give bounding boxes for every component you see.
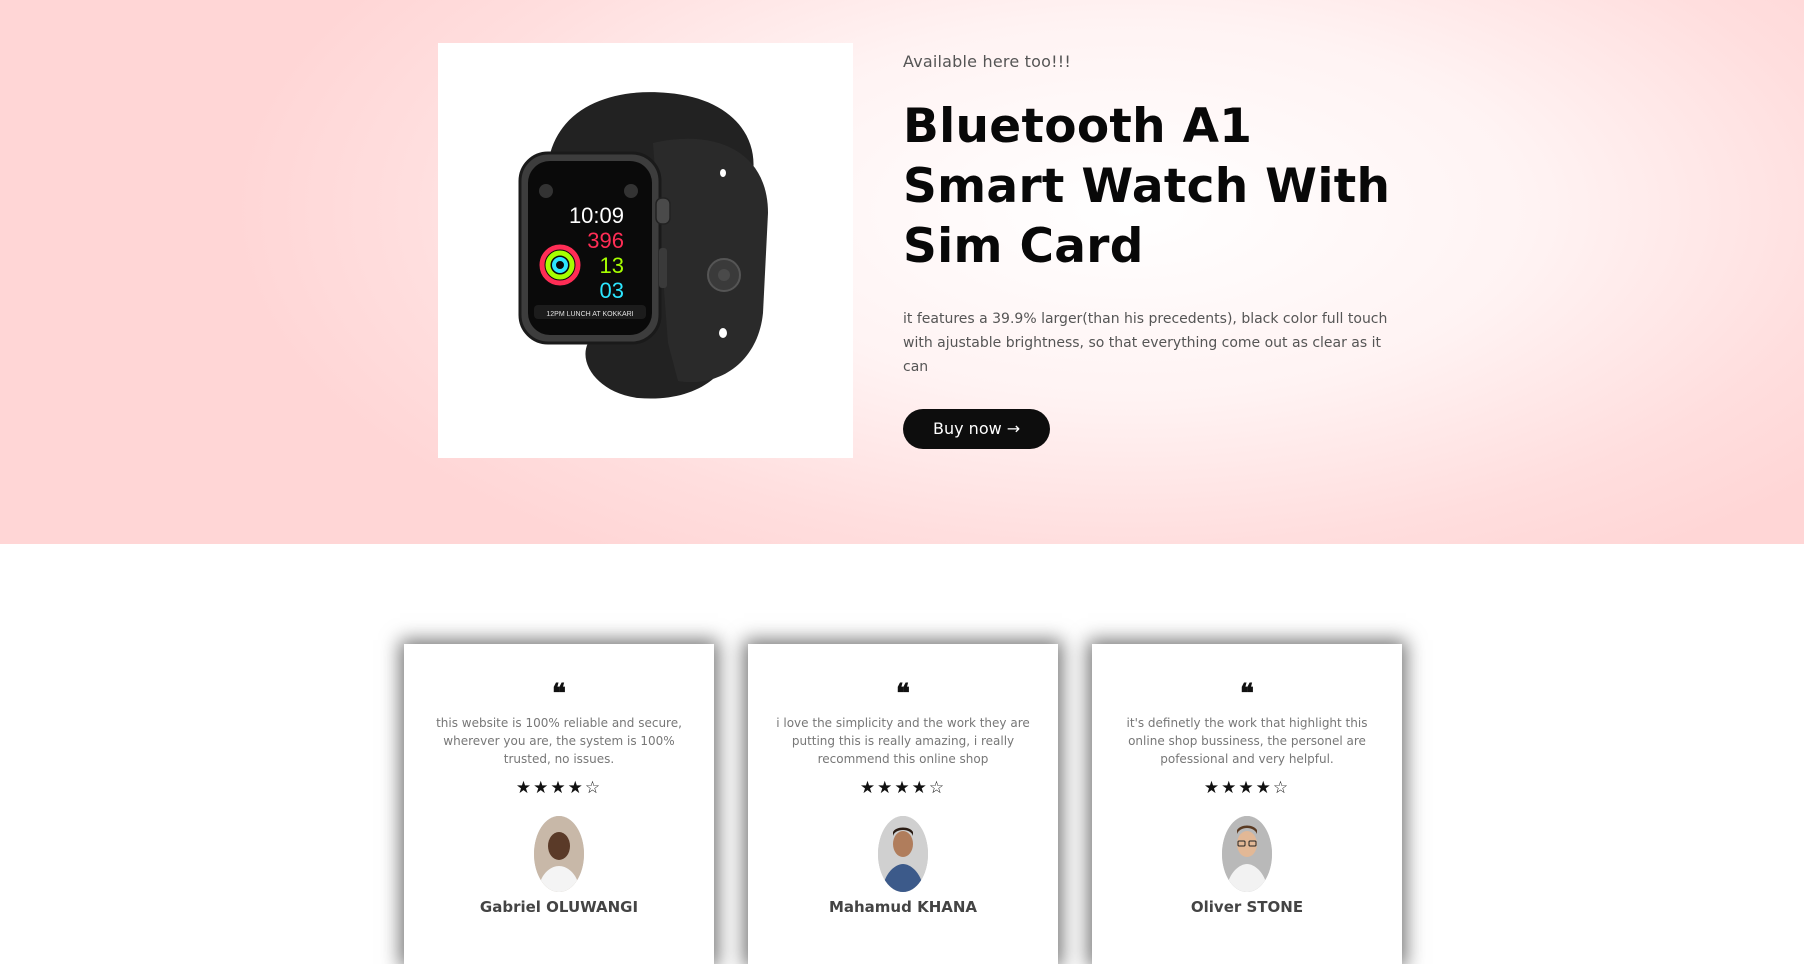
testimonial-card: ❝ it's definetly the work that highlight…: [1092, 644, 1402, 964]
watch-time: 10:09: [569, 203, 624, 228]
testimonial-text: it's definetly the work that highlight t…: [1126, 716, 1368, 766]
reviewer-name: Gabriel OLUWANGI: [479, 898, 639, 916]
rating-stars: ★★★★☆: [1203, 778, 1291, 798]
quote-icon: ❝: [896, 679, 910, 709]
quote-icon: ❝: [1240, 679, 1254, 709]
product-title: Bluetooth A1 Smart Watch With Sim Card: [903, 99, 1391, 274]
rating-stars: ★★★★☆: [859, 778, 947, 798]
buy-now-button[interactable]: Buy now →: [903, 409, 1051, 449]
hero-section: 10:09 396 13 03 12PM LUNCH AT KOKKARI Av…: [0, 0, 1804, 544]
quote-icon: ❝: [552, 679, 566, 709]
watch-move: 396: [587, 228, 624, 253]
avatar: [1222, 816, 1272, 892]
availability-label: Available here too!!!: [903, 52, 1071, 71]
reviewer-name: Oliver STONE: [1190, 898, 1304, 916]
product-image: 10:09 396 13 03 12PM LUNCH AT KOKKARI: [438, 43, 853, 458]
avatar: [534, 816, 584, 892]
rating-stars: ★★★★☆: [515, 778, 603, 798]
testimonial-text: i love the simplicity and the work they …: [776, 716, 1030, 766]
avatar: [878, 816, 928, 892]
smart-watch-image: 10:09 396 13 03 12PM LUNCH AT KOKKARI: [518, 92, 768, 399]
watch-exercise: 13: [600, 253, 624, 278]
testimonial-card: ❝ i love the simplicity and the work the…: [748, 644, 1058, 964]
hero-text: Available here too!!! Bluetooth A1 Smart…: [903, 52, 1423, 449]
watch-event: 12PM LUNCH AT KOKKARI: [546, 311, 633, 318]
testimonial-card: ❝ this website is 100% reliable and secu…: [404, 644, 714, 964]
watch-stand: 03: [600, 278, 624, 303]
testimonials-section: ❝ this website is 100% reliable and secu…: [404, 644, 1404, 964]
reviewer-name: Mahamud KHANA: [828, 898, 978, 916]
testimonial-text: this website is 100% reliable and secure…: [436, 716, 682, 766]
product-description: it features a 39.9% larger(than his prec…: [903, 311, 1388, 375]
